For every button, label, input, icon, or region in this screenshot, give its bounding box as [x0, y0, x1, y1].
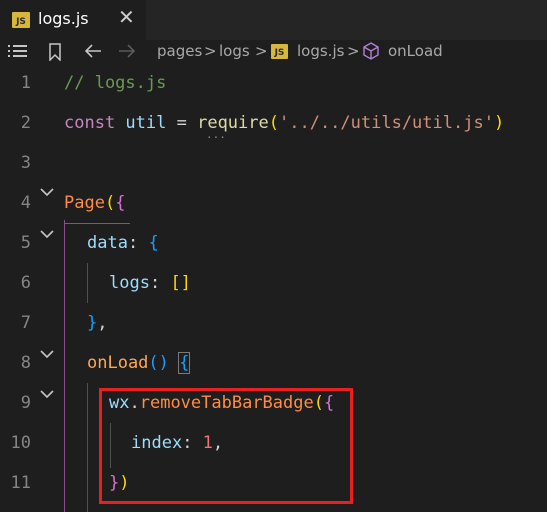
bracket: {: [115, 193, 126, 213]
forward-arrow-icon[interactable]: [118, 43, 136, 63]
line-number: 7: [20, 313, 31, 333]
code-line-2[interactable]: const util = require('../../utils/util.j…: [64, 113, 504, 133]
breadcrumb-separator: >: [255, 42, 268, 60]
list-icon[interactable]: [8, 43, 28, 63]
array-brackets: []: [170, 273, 191, 293]
indent-guide: [64, 220, 65, 512]
fold-chevron-icon[interactable]: [40, 388, 54, 402]
js-file-icon: JS: [12, 12, 30, 28]
bracket: ): [493, 113, 505, 133]
string-path: '../../utils/util.js': [279, 113, 494, 133]
fold-chevron-icon[interactable]: [40, 186, 54, 200]
breadcrumb-separator: >: [204, 42, 217, 60]
code-line-1[interactable]: // logs.js: [64, 73, 166, 93]
line-number: 8: [20, 353, 31, 373]
code-line-5[interactable]: data: {: [87, 233, 159, 253]
comment: // logs.js: [64, 73, 167, 93]
method-icon: [362, 42, 380, 64]
indent-guide: [87, 383, 88, 512]
line-number: 5: [20, 233, 31, 253]
tab-label: logs.js: [38, 9, 89, 28]
colon: :: [149, 273, 171, 293]
colon: :: [127, 233, 149, 253]
close-icon[interactable]: ✕: [118, 7, 135, 27]
highlight-box: [99, 388, 353, 504]
property-logs: logs: [109, 273, 150, 293]
breadcrumb-item-pages[interactable]: pages: [157, 42, 202, 60]
fold-chevron-icon[interactable]: [40, 228, 54, 242]
line-number: 9: [20, 393, 31, 413]
line-number: 10: [10, 433, 31, 453]
tab-bar: JS logs.js ✕: [0, 0, 547, 40]
code-line-7[interactable]: },: [87, 313, 108, 333]
identifier-util: util: [115, 113, 177, 133]
line-number: 2: [20, 113, 31, 133]
back-arrow-icon[interactable]: [84, 43, 102, 63]
line-number: 4: [20, 193, 31, 213]
line-number: 6: [20, 273, 31, 293]
line-number: 1: [20, 73, 31, 93]
code-line-8[interactable]: onLoad() {: [87, 352, 191, 374]
parens: (): [148, 353, 180, 373]
tab-logs-js[interactable]: JS logs.js ✕: [0, 0, 146, 40]
bracket: {: [148, 233, 159, 253]
hint-ellipsis: ···: [206, 131, 226, 144]
operator: =: [176, 113, 198, 133]
bracket: }: [87, 313, 98, 333]
line-number: 3: [20, 153, 31, 173]
code-line-6[interactable]: logs: []: [109, 273, 191, 293]
keyword-const: const: [64, 113, 116, 133]
indent-guide: [64, 223, 130, 224]
code-line-4[interactable]: Page({: [64, 193, 125, 213]
breadcrumb-item-logs[interactable]: logs: [219, 42, 250, 60]
property-data: data: [87, 233, 128, 253]
bracket: (: [104, 193, 116, 213]
breadcrumb-item-logs-js[interactable]: logs.js: [297, 42, 344, 60]
fold-chevron-icon[interactable]: [40, 348, 54, 362]
breadcrumb-item-onload[interactable]: onLoad: [388, 42, 443, 60]
comma: ,: [97, 313, 108, 333]
bracket: (: [268, 113, 279, 133]
line-number: 11: [10, 473, 31, 493]
bookmark-icon[interactable]: [48, 43, 62, 65]
method-onload: onLoad: [87, 353, 149, 373]
function-page: Page: [64, 193, 105, 213]
js-file-icon: JS: [271, 44, 288, 59]
bracket: {: [178, 352, 191, 374]
function-require: require: [197, 113, 269, 133]
indent-guide: [87, 263, 88, 303]
breadcrumb: pages > logs > JS logs.js > onLoad: [0, 40, 547, 66]
breadcrumb-separator: >: [347, 42, 360, 60]
